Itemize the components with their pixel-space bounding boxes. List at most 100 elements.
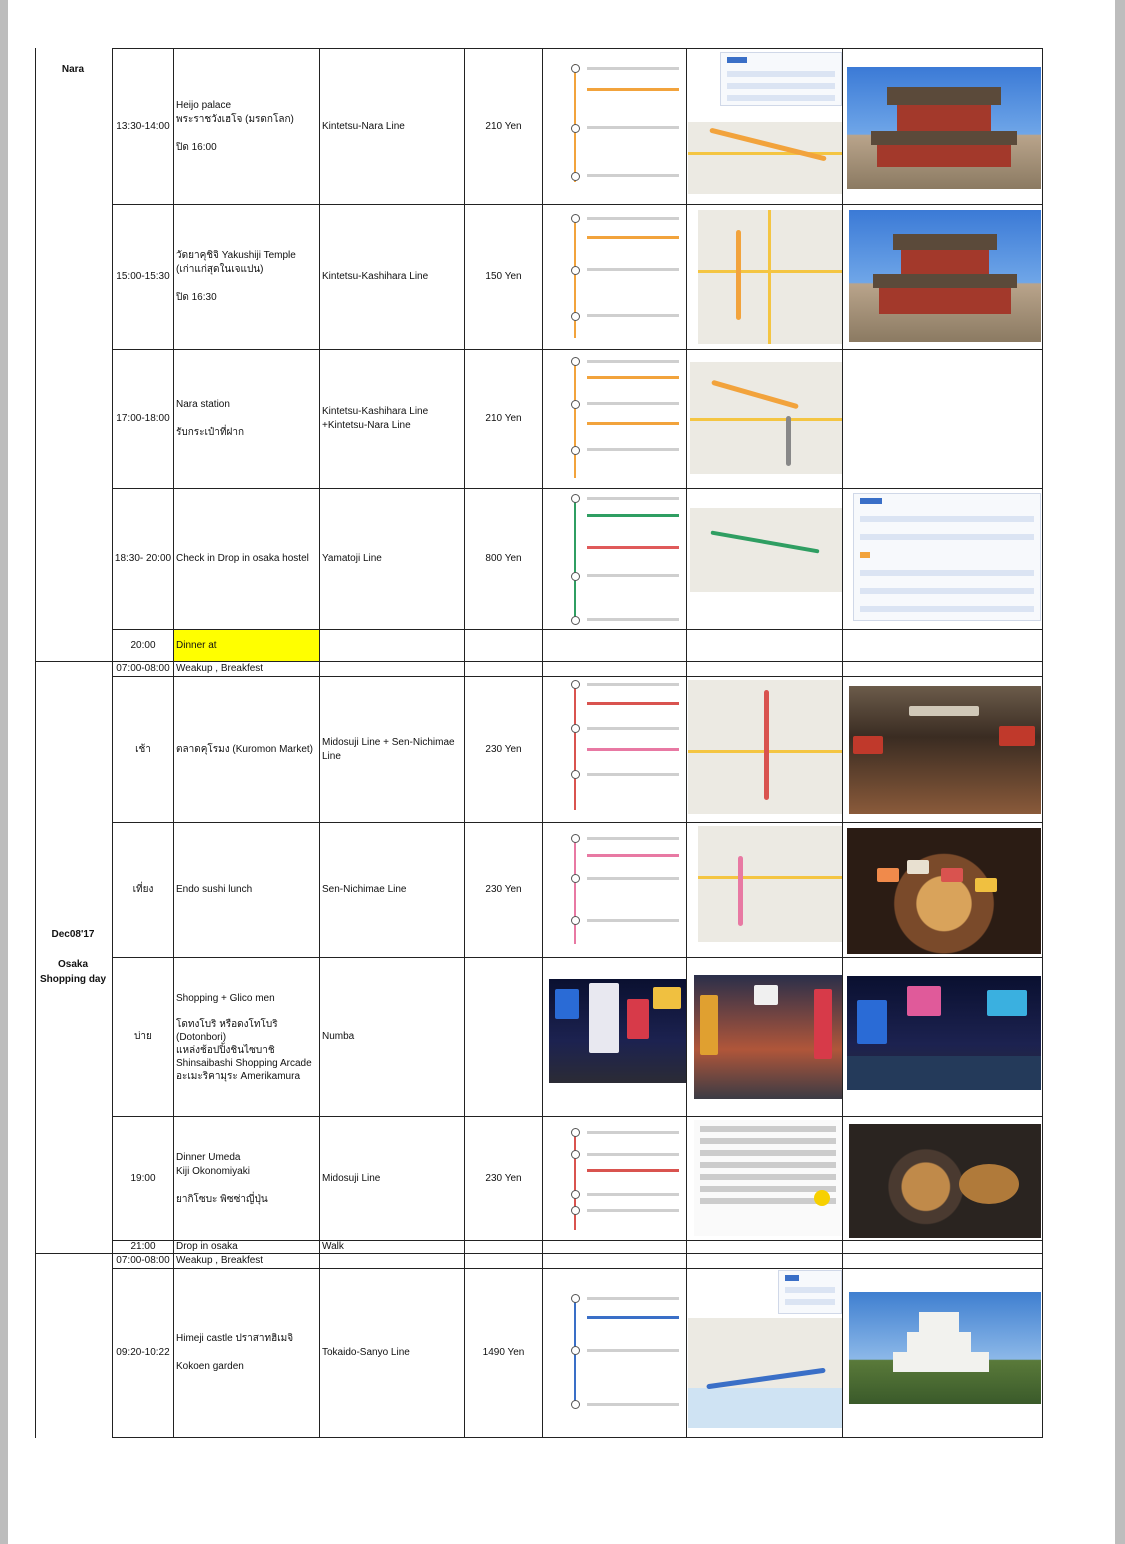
table-border [112,1437,1043,1438]
activity-line: อะเมะริคามุระ Amerikamura [176,1070,301,1082]
map-screenshot [698,210,842,344]
fare-cell: 800 Yen [485,553,522,564]
time-cell: 15:00-15:30 [116,271,170,282]
table-border [686,48,687,1438]
line-text: Line [322,750,341,762]
day-column-border [35,48,36,1438]
time-cell: 13:30-14:00 [116,120,170,132]
activity-cell-highlighted: Dinner at [174,630,319,661]
time-cell: เที่ยง [132,884,154,895]
activity-line: Shinsaibashi Shopping Arcade [176,1057,312,1069]
time-cell: 07:00-08:00 [116,663,170,674]
himeji-castle-photo [849,1292,1041,1404]
activity-line [176,412,244,426]
okonomiyaki-photo [849,1124,1041,1238]
time-cell: 21:00 [130,1241,156,1252]
route-panel-screenshot [778,1270,842,1314]
time-cell: เช้า [135,743,151,755]
line-cell: Numba [320,958,464,1116]
activity-line: ปิด 16:30 [176,292,217,303]
fare-cell: 210 Yen [485,120,522,132]
activity-line: Kiji Okonomiyaki [176,1165,250,1177]
activity-line: โดทงโบริ หรือดงโทโบริ [176,1018,278,1030]
sushi-photo [847,828,1041,954]
route-screenshot [553,56,685,190]
yakushiji-temple-photo [849,210,1041,342]
map-screenshot [688,680,842,814]
route-screenshot [553,1288,685,1414]
activity-cell: ตลาดคุโรมง (Kuromon Market) [174,677,319,822]
route-screenshot [553,1124,685,1238]
activity-line: Dinner at [176,639,217,651]
activity-line: (Dotonbori) [176,1031,227,1043]
line-text: Tokaido-Sanyo Line [322,1347,410,1358]
time-cell: 19:00 [130,1172,156,1184]
activity-cell: Weakup , Breakfest [174,662,319,676]
line-cell: Kintetsu-Kashihara Line [320,205,464,349]
fare-cell: 230 Yen [485,884,522,895]
map-screenshot [688,1318,842,1428]
activity-line: ยากิโซบะ พิซซ่าญี่ปุ่น [176,1193,268,1205]
line-cell: Kintetsu-Nara Line [320,49,464,204]
activity-cell: Weakup , Breakfest [174,1254,319,1268]
activity-line: ตลาดคุโรมง (Kuromon Market) [176,743,313,755]
time-cell: 17:00-18:00 [116,413,170,424]
route-screenshot [553,208,685,346]
activity-cell: Nara station รับกระเป๋าที่ฝาก [174,350,319,488]
route-screenshot [553,830,685,952]
line-text: Kintetsu-Nara Line [322,120,405,132]
time-cell: บ่าย [134,1031,152,1042]
activity-line: (เก่าแก่สุดในเจแปน) [176,264,264,275]
map-screenshot [688,122,842,194]
table-border [1042,48,1043,1438]
activity-line [176,277,296,291]
activity-line: ปิด 16:00 [176,141,217,153]
activity-line: Heijo palace [176,99,232,111]
activity-cell: Check in Drop in osaka hostel [174,489,319,629]
time-cell: 20:00 [130,639,156,651]
activity-line: แหล่งช้อปปิ้งชินไซบาชิ [176,1044,275,1056]
activity-line [176,127,294,141]
activity-cell: Shopping + Glico men โดทงโบริ หรือดงโทโบร… [174,958,319,1116]
activity-cell: วัดยาคุชิจิ Yakushiji Temple (เก่าแก่สุดใ… [174,205,319,349]
map-screenshot [690,362,842,474]
route-panel-screenshot [720,52,842,106]
kuromon-market-photo [849,686,1041,814]
fare-cell: 150 Yen [485,271,522,282]
activity-line: Kokoen garden [176,1361,244,1372]
line-text: Walk [322,1241,344,1252]
table-border [842,48,843,1438]
map-screenshot [698,826,842,942]
map-screenshot [690,508,842,592]
activity-line: Drop in osaka [176,1241,238,1252]
menu-text-screenshot [694,1120,842,1236]
day-subtitle: Shopping day [39,974,107,985]
line-text: Kintetsu-Kashihara Line [322,406,429,417]
shinsaibashi-street-photo [694,975,842,1099]
activity-line: วัดยาคุชิจิ Yakushiji Temple [176,250,296,261]
line-text: Yamatoji Line [322,553,382,564]
line-text: Kintetsu-Kashihara Line [322,271,429,282]
activity-cell: Heijo palace พระราชวังเฮโจ (มรดกโลก) ปิด 1… [174,49,319,204]
activity-line: Weakup , Breakfest [176,1255,264,1266]
line-cell: Yamatoji Line [320,489,464,629]
activity-line: Himeji castle ปราสาทฮิเมจิ [176,1333,294,1344]
fare-cell: 1490 Yen [482,1347,525,1358]
activity-cell: Dinner Umeda Kiji Okonomiyaki ยากิโซบะ พิซ… [174,1117,319,1240]
activity-line: Nara station [176,399,230,410]
line-cell: Midosuji Line + Sen-Nichimae Line [320,677,464,822]
line-text: +Kintetsu-Nara Line [322,420,411,431]
activity-line: รับกระเป๋าที่ฝาก [176,427,245,438]
itinerary-page: Nara Dec08'17 Osaka Shopping day 13:30-1… [8,0,1115,1544]
table-border [542,48,543,1438]
activity-line [176,1005,312,1018]
activity-line: Shopping + Glico men [176,992,275,1004]
time-cell: 18:30- 20:00 [114,553,172,564]
route-screenshot [553,678,685,818]
activity-cell: Himeji castle ปราสาทฮิเมจิ Kokoen garden [174,1269,319,1437]
line-text: Midosuji Line [322,1172,381,1184]
line-cell: Midosuji Line [320,1117,464,1240]
time-cell: 09:20-10:22 [116,1347,170,1358]
activity-cell: Drop in osaka [174,1241,319,1253]
fare-cell: 210 Yen [485,413,522,424]
